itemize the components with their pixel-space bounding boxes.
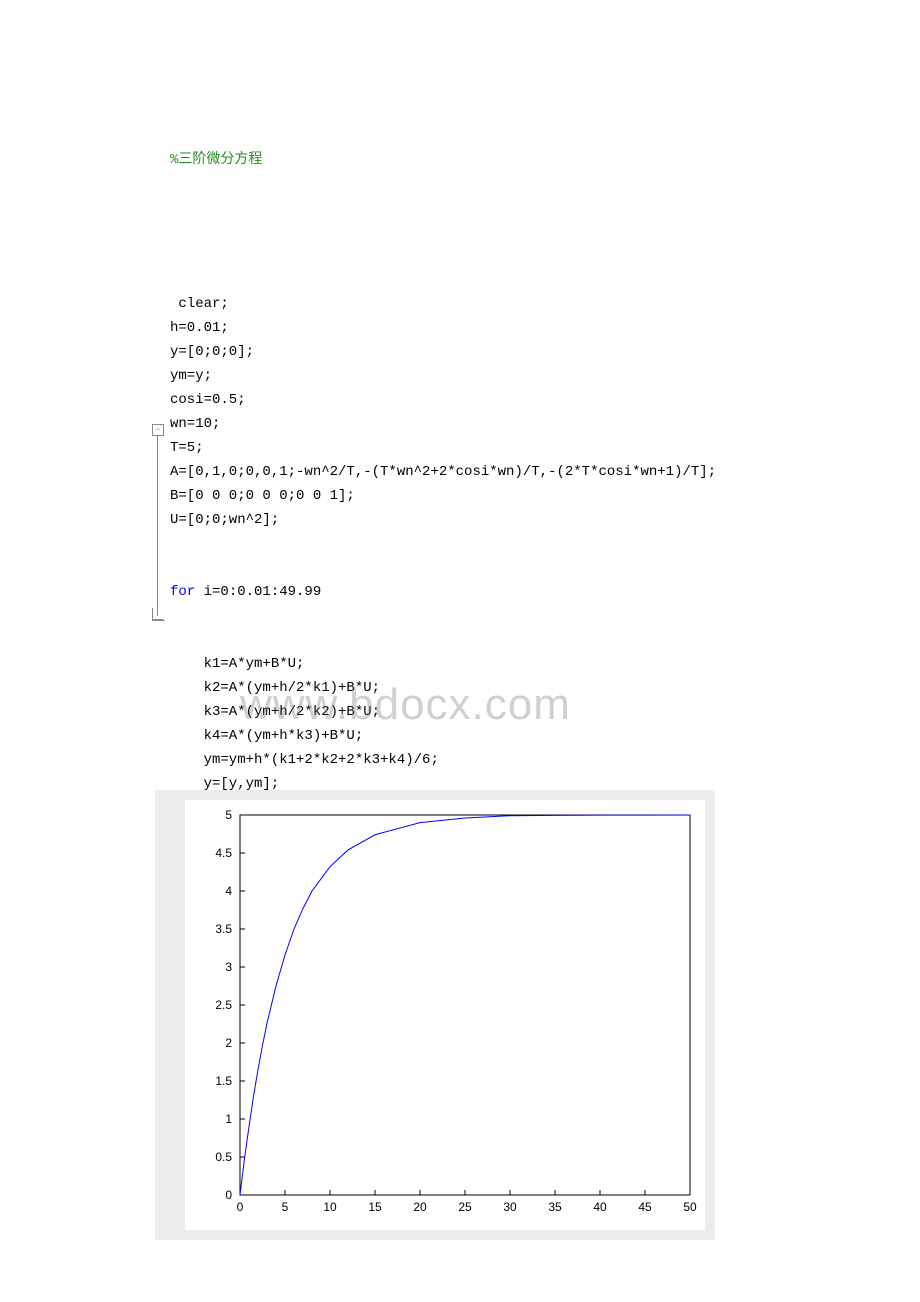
keyword-for: for (170, 584, 195, 600)
ytick-label: 4.5 (215, 846, 232, 860)
chart-figure: 0 5 10 15 20 25 30 35 40 45 50 0 0.5 1 1.5 2 2.5 3 3.5 4 4.5… (155, 790, 715, 1240)
code-line: A=[0,1,0;0,0,1;-wn^2/T,-(T*wn^2+2*cosi*w… (170, 460, 716, 484)
ytick-label: 3.5 (215, 922, 232, 936)
code-line-body: k2=A*(ym+h/2*k1)+B*U; (170, 676, 716, 700)
code-line: y=[0;0;0]; (170, 340, 716, 364)
axes-box (240, 815, 690, 1195)
code-line: clear; (170, 292, 716, 316)
ytick-label: 0.5 (215, 1150, 232, 1164)
xtick-label: 35 (548, 1200, 562, 1214)
xtick-label: 15 (368, 1200, 382, 1214)
ytick-label: 1.5 (215, 1074, 232, 1088)
ytick-label: 3 (225, 960, 232, 974)
fold-gutter-end-icon (152, 608, 165, 621)
fold-gutter-line (157, 436, 158, 616)
code-line-body: k1=A*ym+B*U; (170, 652, 716, 676)
code-line: ym=y; (170, 364, 716, 388)
code-line-body: k3=A*(ym+h/2*k2)+B*U; (170, 700, 716, 724)
code-line-body: ym=ym+h*(k1+2*k2+2*k3+k4)/6; (170, 748, 716, 772)
code-blank (170, 220, 716, 244)
code-comment: %三阶微分方程 (170, 148, 716, 172)
xtick-label: 10 (323, 1200, 337, 1214)
xtick-label: 40 (593, 1200, 607, 1214)
xtick-label: 25 (458, 1200, 472, 1214)
ytick-label: 4 (225, 884, 232, 898)
code-for: for i=0:0.01:49.99 (170, 580, 716, 604)
xtick-label: 0 (237, 1200, 244, 1214)
code-line: cosi=0.5; (170, 388, 716, 412)
for-rest: i=0:0.01:49.99 (195, 584, 321, 600)
code-line: wn=10; (170, 412, 716, 436)
ytick-label: 2 (225, 1036, 232, 1050)
xtick-label: 50 (683, 1200, 697, 1214)
ytick-label: 5 (225, 808, 232, 822)
chart-axes: 0 5 10 15 20 25 30 35 40 45 50 0 0.5 1 1.5 2 2.5 3 3.5 4 4.5… (185, 800, 705, 1230)
ytick-label: 1 (225, 1112, 232, 1126)
code-line: T=5; (170, 436, 716, 460)
chart-svg: 0 5 10 15 20 25 30 35 40 45 50 0 0.5 1 1.5 2 2.5 3 3.5 4 4.5… (185, 800, 705, 1230)
code-line: U=[0;0;wn^2]; (170, 508, 716, 532)
fold-gutter-icon[interactable]: − (152, 424, 164, 436)
ytick-label: 2.5 (215, 998, 232, 1012)
ytick-label: 0 (225, 1188, 232, 1202)
document-page: %三阶微分方程 clear;h=0.01;y=[0;0;0];ym=y;cosi… (0, 0, 920, 1302)
code-line-body: k4=A*(ym+h*k3)+B*U; (170, 724, 716, 748)
xtick-label: 20 (413, 1200, 427, 1214)
code-line: h=0.01; (170, 316, 716, 340)
code-line: B=[0 0 0;0 0 0;0 0 1]; (170, 484, 716, 508)
xtick-label: 30 (503, 1200, 517, 1214)
line-series (240, 815, 690, 1195)
xtick-label: 5 (282, 1200, 289, 1214)
xtick-label: 45 (638, 1200, 652, 1214)
